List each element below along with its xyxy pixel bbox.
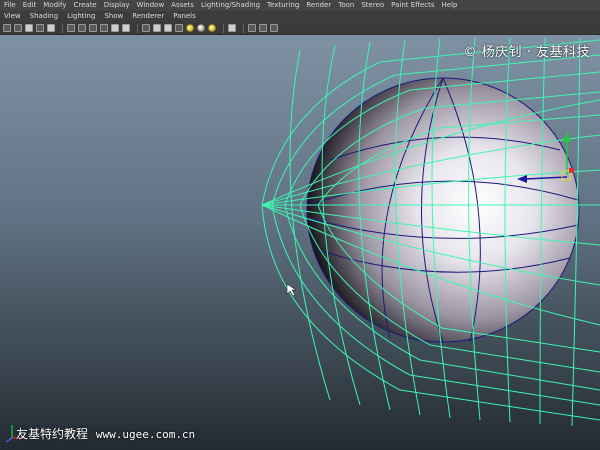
- panel-menu-renderer[interactable]: Renderer: [132, 11, 164, 22]
- menu-help[interactable]: Help: [442, 0, 458, 11]
- menu-toon[interactable]: Toon: [338, 0, 354, 11]
- textured-icon[interactable]: [175, 24, 183, 32]
- sphere-mesh[interactable]: [307, 78, 579, 342]
- panel-menu-lighting[interactable]: Lighting: [67, 11, 95, 22]
- menu-lighting-shading[interactable]: Lighting/Shading: [201, 0, 260, 11]
- sphere-yellow-icon[interactable]: [186, 24, 194, 32]
- menu-paint-effects[interactable]: Paint Effects: [391, 0, 434, 11]
- watermark-bottom-url: www.ugee.com.cn: [95, 428, 196, 441]
- lights-icon[interactable]: [208, 24, 216, 32]
- mouse-cursor: [286, 283, 297, 297]
- panel-toolbar: [0, 22, 600, 35]
- watermark-top: © 杨庆钊 · 友基科技: [463, 45, 590, 60]
- panel-menu-panels[interactable]: Panels: [173, 11, 196, 22]
- pan-zoom-icon[interactable]: [122, 24, 130, 32]
- panel-menu-shading[interactable]: Shading: [30, 11, 58, 22]
- camera-icon[interactable]: [3, 24, 11, 32]
- isolate-select-icon[interactable]: [228, 24, 236, 32]
- xray-joints-icon[interactable]: [259, 24, 267, 32]
- bookmark-icon[interactable]: [25, 24, 33, 32]
- resolution-gate-icon[interactable]: [67, 24, 75, 32]
- gate-mask-icon[interactable]: [78, 24, 86, 32]
- wireframe-on-shaded-icon[interactable]: [164, 24, 172, 32]
- main-menubar: File Edit Modify Create Display Window A…: [0, 0, 600, 11]
- film-icon[interactable]: [14, 24, 22, 32]
- safe-action-icon[interactable]: [100, 24, 108, 32]
- scene-graphics: [5, 37, 600, 443]
- field-chart-icon[interactable]: [89, 24, 97, 32]
- toolbar-separator: [62, 23, 63, 33]
- panel-menubar: View Shading Lighting Show Renderer Pane…: [0, 11, 600, 22]
- menu-texturing[interactable]: Texturing: [267, 0, 299, 11]
- toolbar-separator: [243, 23, 244, 33]
- menu-create[interactable]: Create: [73, 0, 96, 11]
- wireframe-icon[interactable]: [142, 24, 150, 32]
- menu-edit[interactable]: Edit: [23, 0, 37, 11]
- menu-window[interactable]: Window: [137, 0, 165, 11]
- panel-menu-view[interactable]: View: [4, 11, 21, 22]
- smooth-shade-icon[interactable]: [153, 24, 161, 32]
- menu-modify[interactable]: Modify: [43, 0, 66, 11]
- safe-title-icon[interactable]: [111, 24, 119, 32]
- watermark-bottom-text: 友基特约教程: [16, 427, 89, 441]
- toolbar-separator: [137, 23, 138, 33]
- menu-assets[interactable]: Assets: [171, 0, 194, 11]
- menu-display[interactable]: Display: [104, 0, 130, 11]
- menu-render[interactable]: Render: [306, 0, 331, 11]
- camera-attributes-icon[interactable]: [47, 24, 55, 32]
- 3d-viewport[interactable]: © 杨庆钊 · 友基科技: [0, 35, 600, 450]
- menu-stereo[interactable]: Stereo: [361, 0, 384, 11]
- grid-icon[interactable]: [36, 24, 44, 32]
- sphere-white-icon[interactable]: [197, 24, 205, 32]
- display-options-icon[interactable]: [270, 24, 278, 32]
- watermark-bottom: 友基特约教程 www.ugee.com.cn: [16, 425, 195, 442]
- menu-file[interactable]: File: [4, 0, 16, 11]
- panel-menu-show[interactable]: Show: [104, 11, 123, 22]
- toolbar-separator: [223, 23, 224, 33]
- xray-icon[interactable]: [248, 24, 256, 32]
